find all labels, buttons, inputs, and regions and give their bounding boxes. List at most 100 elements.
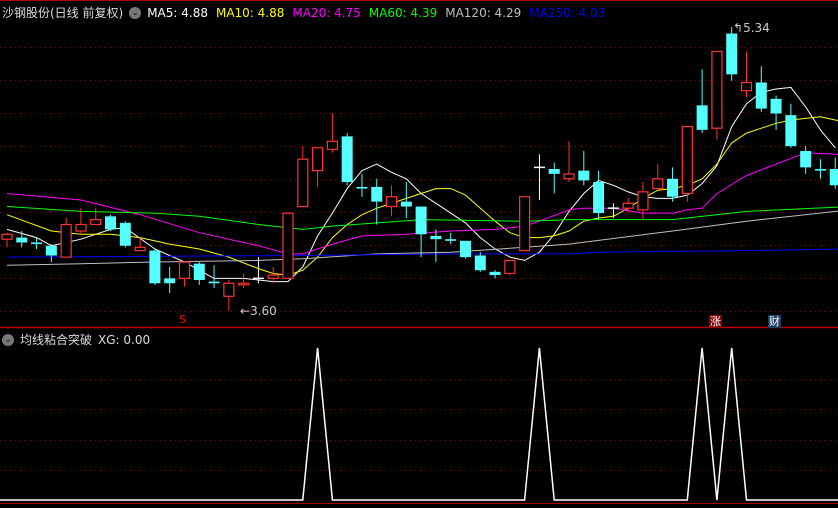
- candle: [326, 113, 338, 153]
- candle: [593, 170, 605, 220]
- candle-body: [311, 147, 324, 172]
- s-marker[interactable]: S: [179, 313, 186, 326]
- candle: [60, 217, 72, 258]
- candle: [356, 173, 368, 197]
- xg-signal-line: [0, 347, 838, 501]
- chevron-down-icon[interactable]: ⌄: [2, 333, 14, 346]
- badge-zhang[interactable]: 涨: [709, 315, 722, 328]
- candle-body: [149, 250, 161, 284]
- candle: [696, 69, 708, 134]
- candle-body: [548, 169, 560, 174]
- candle: [415, 206, 427, 258]
- candle-body: [637, 191, 649, 211]
- candle: [282, 212, 294, 279]
- candle: [238, 273, 250, 289]
- kline-chart[interactable]: [0, 0, 838, 508]
- main-header: 沙钢股份(日线 前复权) ⌄ MA5: 4.88 MA10: 4.88 MA20: …: [2, 4, 605, 21]
- candle: [430, 229, 442, 263]
- candle-body: [474, 255, 486, 271]
- candle-body: [90, 218, 102, 226]
- candle: [45, 244, 57, 263]
- candle: [489, 270, 501, 279]
- candle-body: [711, 50, 723, 129]
- candle: [578, 151, 590, 186]
- ma-legend-item: MA60: 4.39: [368, 5, 438, 20]
- candle-body: [459, 240, 471, 258]
- candle-body: [667, 178, 679, 197]
- candle-body: [164, 278, 176, 284]
- candle: [652, 164, 664, 190]
- candle-body: [238, 282, 250, 286]
- candle-body: [563, 173, 575, 180]
- candle-body: [814, 169, 826, 171]
- candle-body: [489, 271, 501, 276]
- candle-body: [223, 282, 235, 297]
- candle-body: [578, 170, 590, 181]
- candle: [75, 208, 87, 235]
- candle: [178, 261, 191, 287]
- candle: [459, 240, 471, 259]
- candle-body: [740, 81, 753, 92]
- candle: [814, 159, 826, 179]
- xg-line: [0, 347, 838, 501]
- ma-legend-item: MA5: 4.88: [147, 5, 208, 20]
- candle-body: [134, 246, 146, 252]
- candle: [504, 259, 516, 276]
- candle: [149, 248, 161, 285]
- indicator-value: XG: 0.00: [98, 332, 151, 347]
- indicator-title: 均线粘合突破: [20, 333, 93, 347]
- candle-body: [400, 201, 412, 207]
- candle: [341, 133, 353, 186]
- badge-cai[interactable]: 财: [768, 315, 781, 328]
- candle: [90, 208, 102, 226]
- candle: [681, 125, 693, 202]
- candle-body: [726, 33, 738, 75]
- candle: [385, 185, 398, 217]
- candle: [711, 50, 723, 140]
- candle: [297, 146, 309, 208]
- candle-body: [755, 82, 767, 109]
- candle-body: [326, 140, 338, 151]
- candle: [607, 203, 619, 218]
- chevron-down-icon[interactable]: ⌄: [129, 6, 142, 19]
- candle: [223, 279, 235, 311]
- candle-body: [504, 259, 516, 275]
- candle: [474, 252, 486, 272]
- candle: [548, 162, 560, 194]
- candle-body: [593, 182, 605, 214]
- ma-legend-item: MA120: 4.29: [445, 5, 522, 20]
- candle-body: [519, 196, 531, 252]
- candle-body: [119, 222, 131, 246]
- candle: [800, 146, 812, 174]
- candle: [134, 237, 146, 252]
- candle: [105, 214, 117, 232]
- candle: [755, 66, 767, 112]
- candle-body: [696, 105, 708, 130]
- low-price-label: ←3.60: [240, 304, 277, 318]
- candle-body: [430, 235, 442, 240]
- candle-body: [356, 186, 368, 189]
- candle-body: [75, 223, 87, 232]
- candle: [519, 196, 531, 252]
- candle: [829, 157, 838, 189]
- candle-body: [282, 212, 294, 279]
- candle-body: [16, 237, 28, 243]
- candle: [785, 103, 797, 148]
- candle: [164, 266, 176, 294]
- candle-body: [785, 115, 797, 147]
- ma-legend-item: MA250: 4.03: [529, 5, 606, 20]
- candle-body: [415, 206, 427, 235]
- high-price-label: ↰5.34: [733, 21, 770, 35]
- candle-body: [60, 223, 72, 258]
- candle-body: [31, 242, 43, 245]
- candle-body: [652, 178, 664, 190]
- candle-body: [193, 263, 205, 280]
- candle-body: [622, 202, 634, 209]
- candle-body: [829, 169, 838, 186]
- candle-body: [45, 245, 57, 256]
- candle-body: [208, 281, 220, 284]
- ma-legend-item: MA20: 4.75: [292, 5, 361, 20]
- candle-body: [105, 216, 117, 230]
- candle: [667, 167, 679, 202]
- candle: [445, 232, 457, 245]
